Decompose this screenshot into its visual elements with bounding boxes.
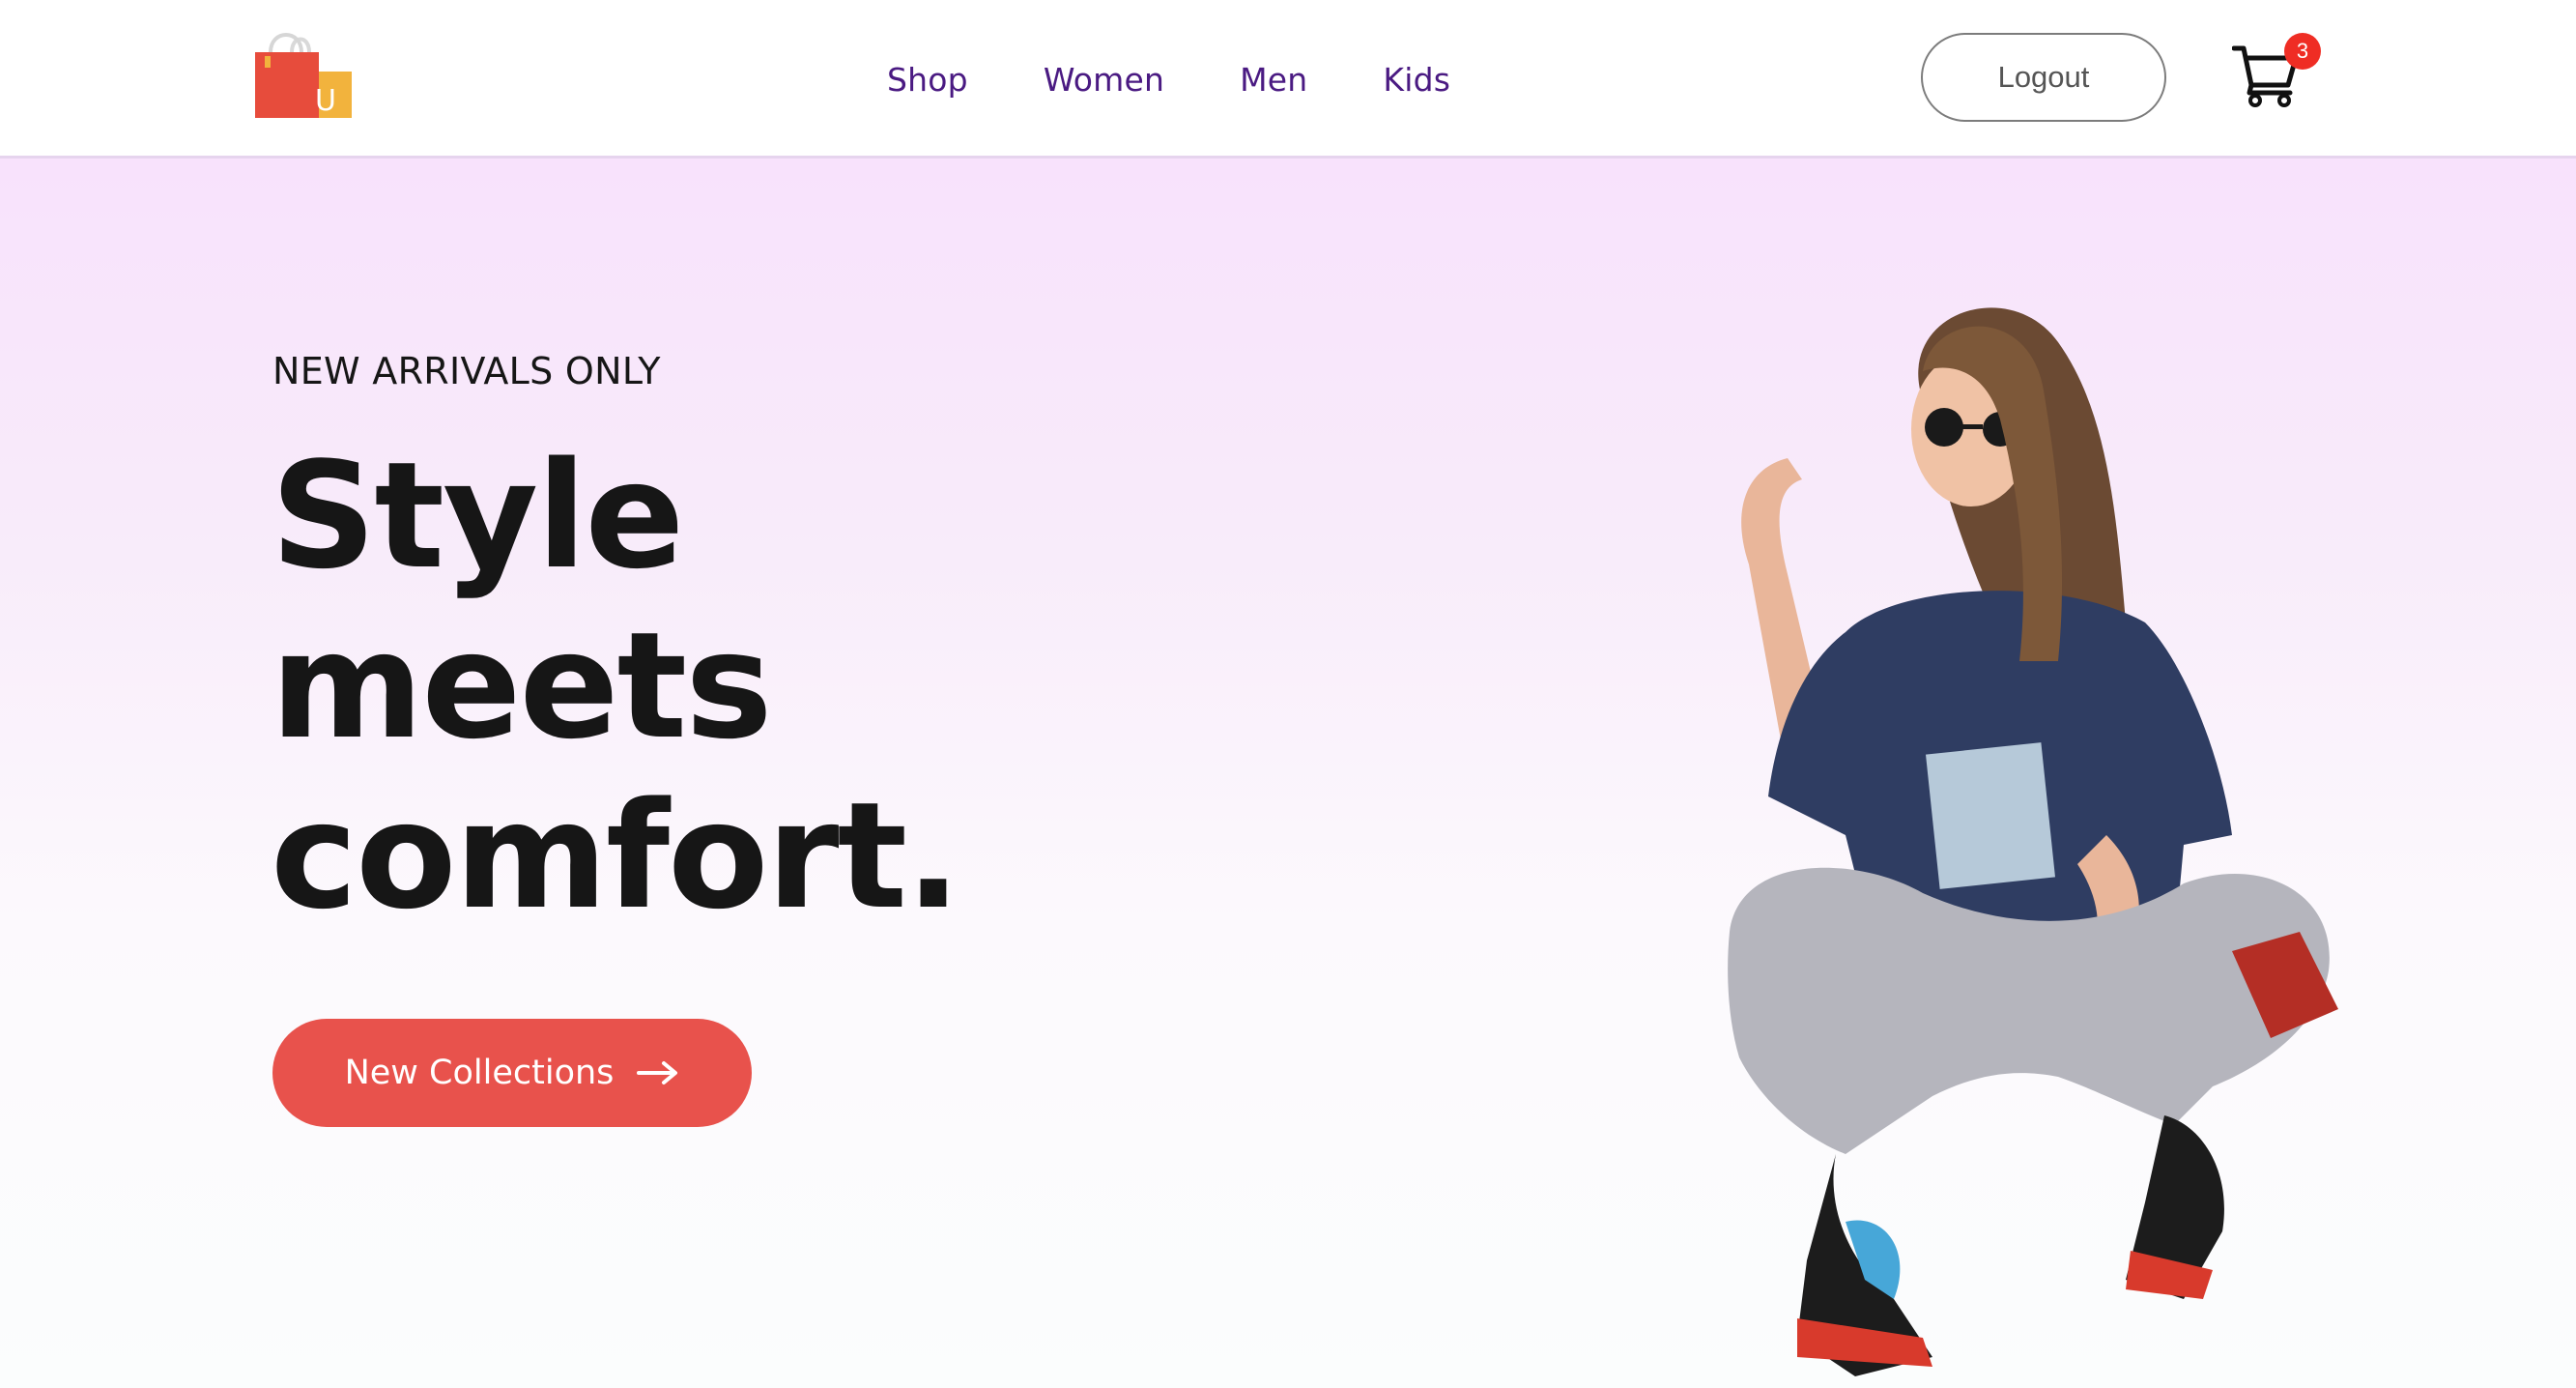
hero-eyebrow: NEW ARRIVALS ONLY: [272, 350, 661, 392]
brand-logo[interactable]: U: [253, 27, 354, 120]
hero-headline-line-1: Style: [271, 430, 684, 601]
hero-section: NEW ARRIVALS ONLY Style meets comfort. N…: [0, 159, 2576, 1388]
svg-text:U: U: [315, 84, 336, 118]
new-collections-label: New Collections: [344, 1054, 615, 1092]
shopping-bag-logo-icon: U: [255, 33, 352, 118]
primary-nav: Shop Women Men Kids: [887, 54, 1450, 104]
arrow-right-icon: [637, 1059, 679, 1086]
nav-link-women[interactable]: Women: [1044, 61, 1164, 99]
site-header: U Shop Women Men Kids Logout 3: [0, 0, 2576, 159]
nav-link-shop[interactable]: Shop: [887, 61, 968, 99]
new-collections-button[interactable]: New Collections: [272, 1019, 752, 1127]
nav-link-men[interactable]: Men: [1240, 61, 1307, 99]
hero-headline: Style meets comfort.: [271, 430, 961, 941]
cart-button[interactable]: 3: [2232, 33, 2321, 110]
nav-link-kids[interactable]: Kids: [1383, 61, 1450, 99]
hero-model-image: [1604, 255, 2377, 1388]
logout-button[interactable]: Logout: [1921, 33, 2166, 122]
cart-count-badge: 3: [2284, 33, 2321, 70]
hero-headline-line-3: comfort.: [271, 770, 961, 941]
hero-headline-line-2: meets: [271, 600, 773, 771]
